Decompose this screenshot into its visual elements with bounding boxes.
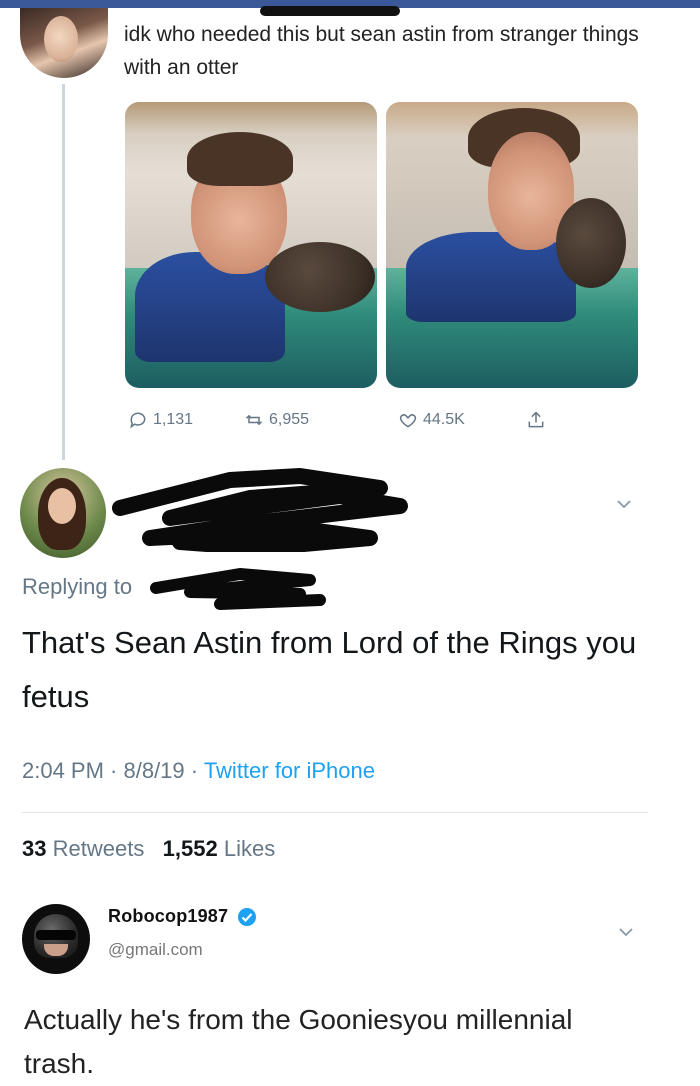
tweet3-avatar[interactable] bbox=[22, 904, 90, 974]
tweet2-text: That's Sean Astin from Lord of the Rings… bbox=[22, 625, 637, 714]
share-icon bbox=[528, 411, 544, 428]
verified-badge-icon bbox=[238, 908, 257, 927]
tweet1-avatar[interactable] bbox=[20, 8, 108, 78]
likes-count[interactable]: 1,552 bbox=[163, 836, 218, 861]
tweet3-handle[interactable]: @gmail.com bbox=[108, 940, 203, 960]
tweet2-timestamp: 2:04 PM · 8/8/19 · bbox=[22, 758, 204, 783]
divider bbox=[22, 812, 648, 813]
retweet-icon bbox=[245, 414, 263, 426]
tweet1-photo-2[interactable] bbox=[386, 102, 638, 388]
redaction-mark bbox=[260, 6, 400, 16]
like-count: 44.5K bbox=[423, 411, 465, 428]
likes-label[interactable]: Likes bbox=[224, 836, 275, 861]
redacted-username bbox=[112, 468, 408, 552]
reply-count: 1,131 bbox=[153, 411, 194, 428]
retweet-action[interactable]: 6,955 bbox=[244, 410, 309, 430]
retweets-label[interactable]: Retweets bbox=[53, 836, 145, 861]
retweets-count[interactable]: 33 bbox=[22, 836, 46, 861]
tweet2-avatar[interactable] bbox=[20, 468, 106, 558]
tweet1-text: idk who needed this but sean astin from … bbox=[124, 23, 639, 79]
chevron-down-icon[interactable] bbox=[614, 494, 634, 514]
reply-icon bbox=[130, 412, 146, 429]
tweet3-display-name[interactable]: Robocop1987 bbox=[108, 906, 257, 927]
share-action[interactable] bbox=[526, 410, 546, 430]
like-icon bbox=[399, 414, 417, 428]
chevron-down-icon[interactable] bbox=[616, 922, 636, 942]
thread-connector-line bbox=[62, 84, 65, 460]
tweet1-photo-1[interactable] bbox=[125, 102, 377, 388]
retweet-count: 6,955 bbox=[269, 411, 310, 428]
tweet3-text: Actually he's from the Gooniesyou millen… bbox=[24, 1004, 573, 1079]
redacted-mention bbox=[150, 568, 326, 610]
like-action[interactable]: 44.5K bbox=[398, 410, 465, 430]
tweet2-stats: 33 Retweets 1,552 Likes bbox=[22, 836, 275, 862]
replying-to-label: Replying to bbox=[22, 574, 133, 599]
reply-action[interactable]: 1,131 bbox=[128, 410, 193, 430]
tweet2-metadata: 2:04 PM · 8/8/19 · Twitter for iPhone bbox=[22, 758, 375, 784]
tweet3-display-name-text: Robocop1987 bbox=[108, 906, 229, 926]
tweet2-source-link[interactable]: Twitter for iPhone bbox=[204, 758, 375, 783]
